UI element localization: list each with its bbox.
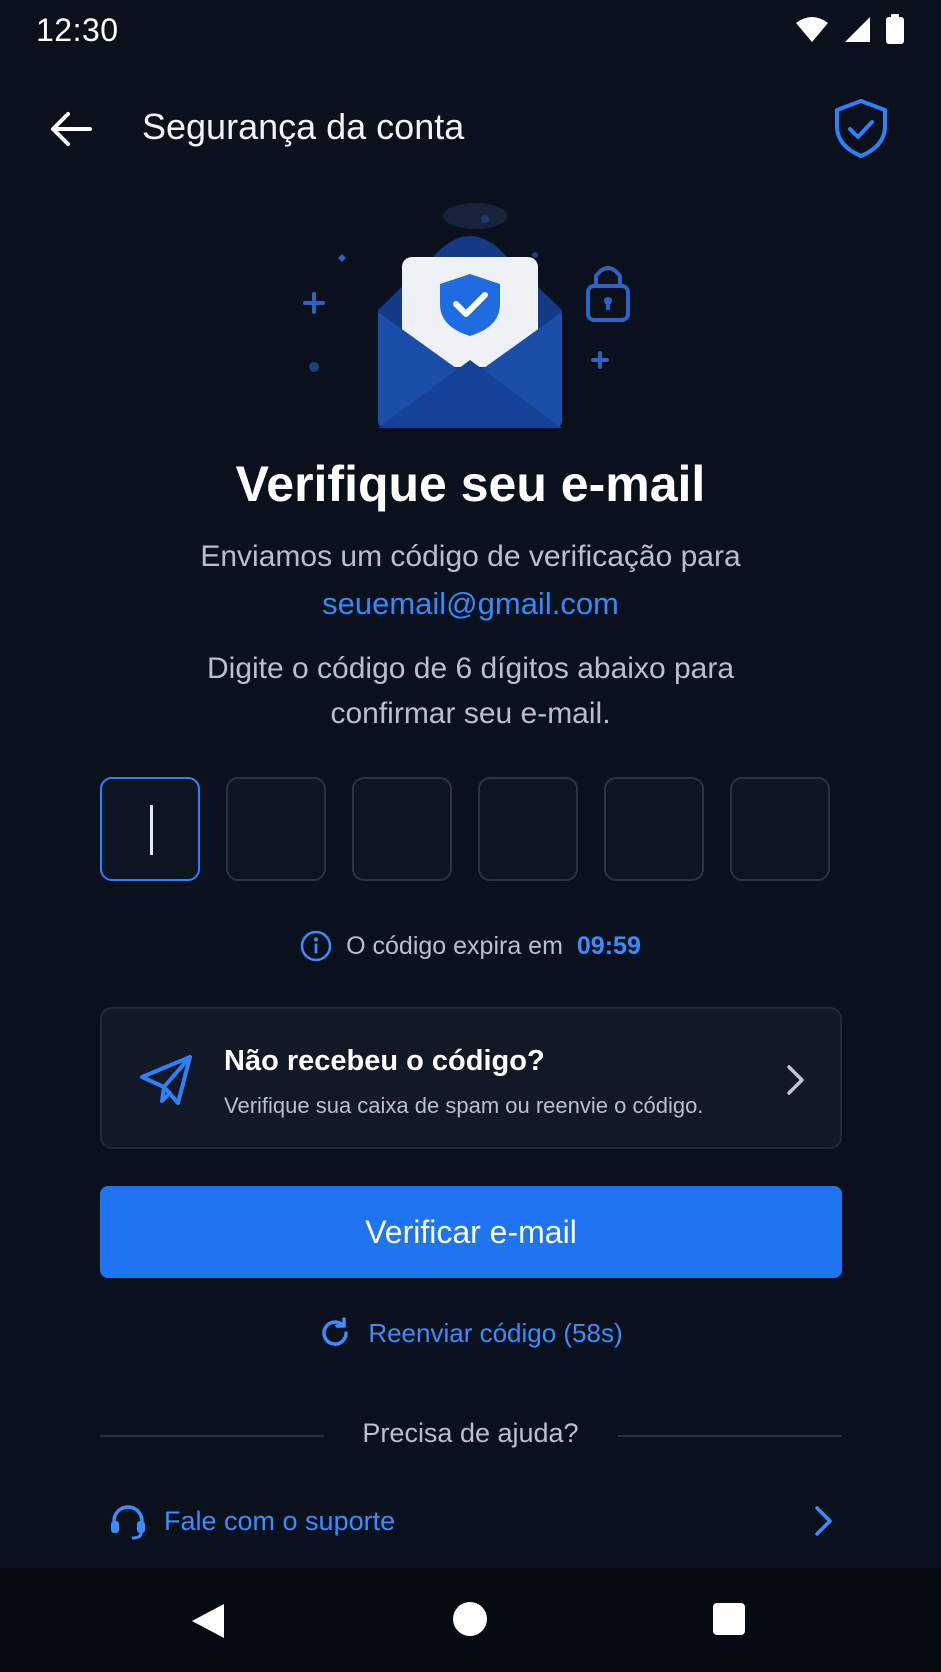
nav-back-icon[interactable] [190,1602,226,1640]
signal-icon [845,17,870,42]
otp-digit-3[interactable] [352,777,452,881]
arrow-left-icon [51,112,92,146]
help-card-title: Não recebeu o código? [224,1045,545,1077]
expiry-timer: 09:59 [576,931,641,960]
resend-code-button[interactable]: Reenviar código (58s) [0,1316,941,1350]
otp-digit-2[interactable] [226,777,326,881]
paper-plane-icon [140,1055,192,1105]
chevron-right-icon [815,1506,832,1536]
help-card-subtitle: Verifique sua caixa de spam ou reenvie o… [224,1093,704,1118]
support-label: Fale com o suporte [164,1505,396,1536]
code-expiry: O código expira em 09:59 [0,930,941,962]
shield-check-icon[interactable] [833,98,889,158]
page-title: Segurança da conta [142,106,465,147]
expiry-label: O código expira em [346,931,563,960]
support-link[interactable]: Fale com o suporte [108,1496,838,1546]
otp-input-group [100,777,842,883]
verify-email-button[interactable]: Verificar e-mail [100,1186,842,1278]
resend-code-label: Reenviar código (58s) [368,1317,623,1348]
sent-code-text: Enviamos um código de verificação para [200,540,741,573]
nav-home-button[interactable] [453,1602,487,1636]
instruction-text: Digite o código de 6 dígitos abaixo para… [206,652,735,730]
verify-title: Verifique seu e-mail [235,456,706,512]
headset-icon [111,1505,145,1540]
nav-recent-apps-button[interactable] [713,1603,745,1635]
info-icon [300,930,332,962]
otp-digit-6[interactable] [730,777,830,881]
battery-icon [886,14,904,44]
status-icons [795,14,905,44]
resend-help-card[interactable]: Não recebeu o código? Verifique sua caix… [100,1007,842,1149]
otp-digit-4[interactable] [478,777,578,881]
need-help-label: Precisa de ajuda? [362,1418,579,1448]
email-address: seuemail@gmail.com [322,586,619,621]
refresh-icon [322,1317,349,1346]
back-button[interactable] [46,104,96,154]
email-shield-illustration [303,203,630,428]
text-caret [150,805,153,855]
wifi-icon [796,17,828,42]
status-time: 12:30 [36,12,119,48]
otp-digit-5[interactable] [604,777,704,881]
chevron-right-icon [787,1065,804,1095]
divider-right [618,1435,842,1437]
